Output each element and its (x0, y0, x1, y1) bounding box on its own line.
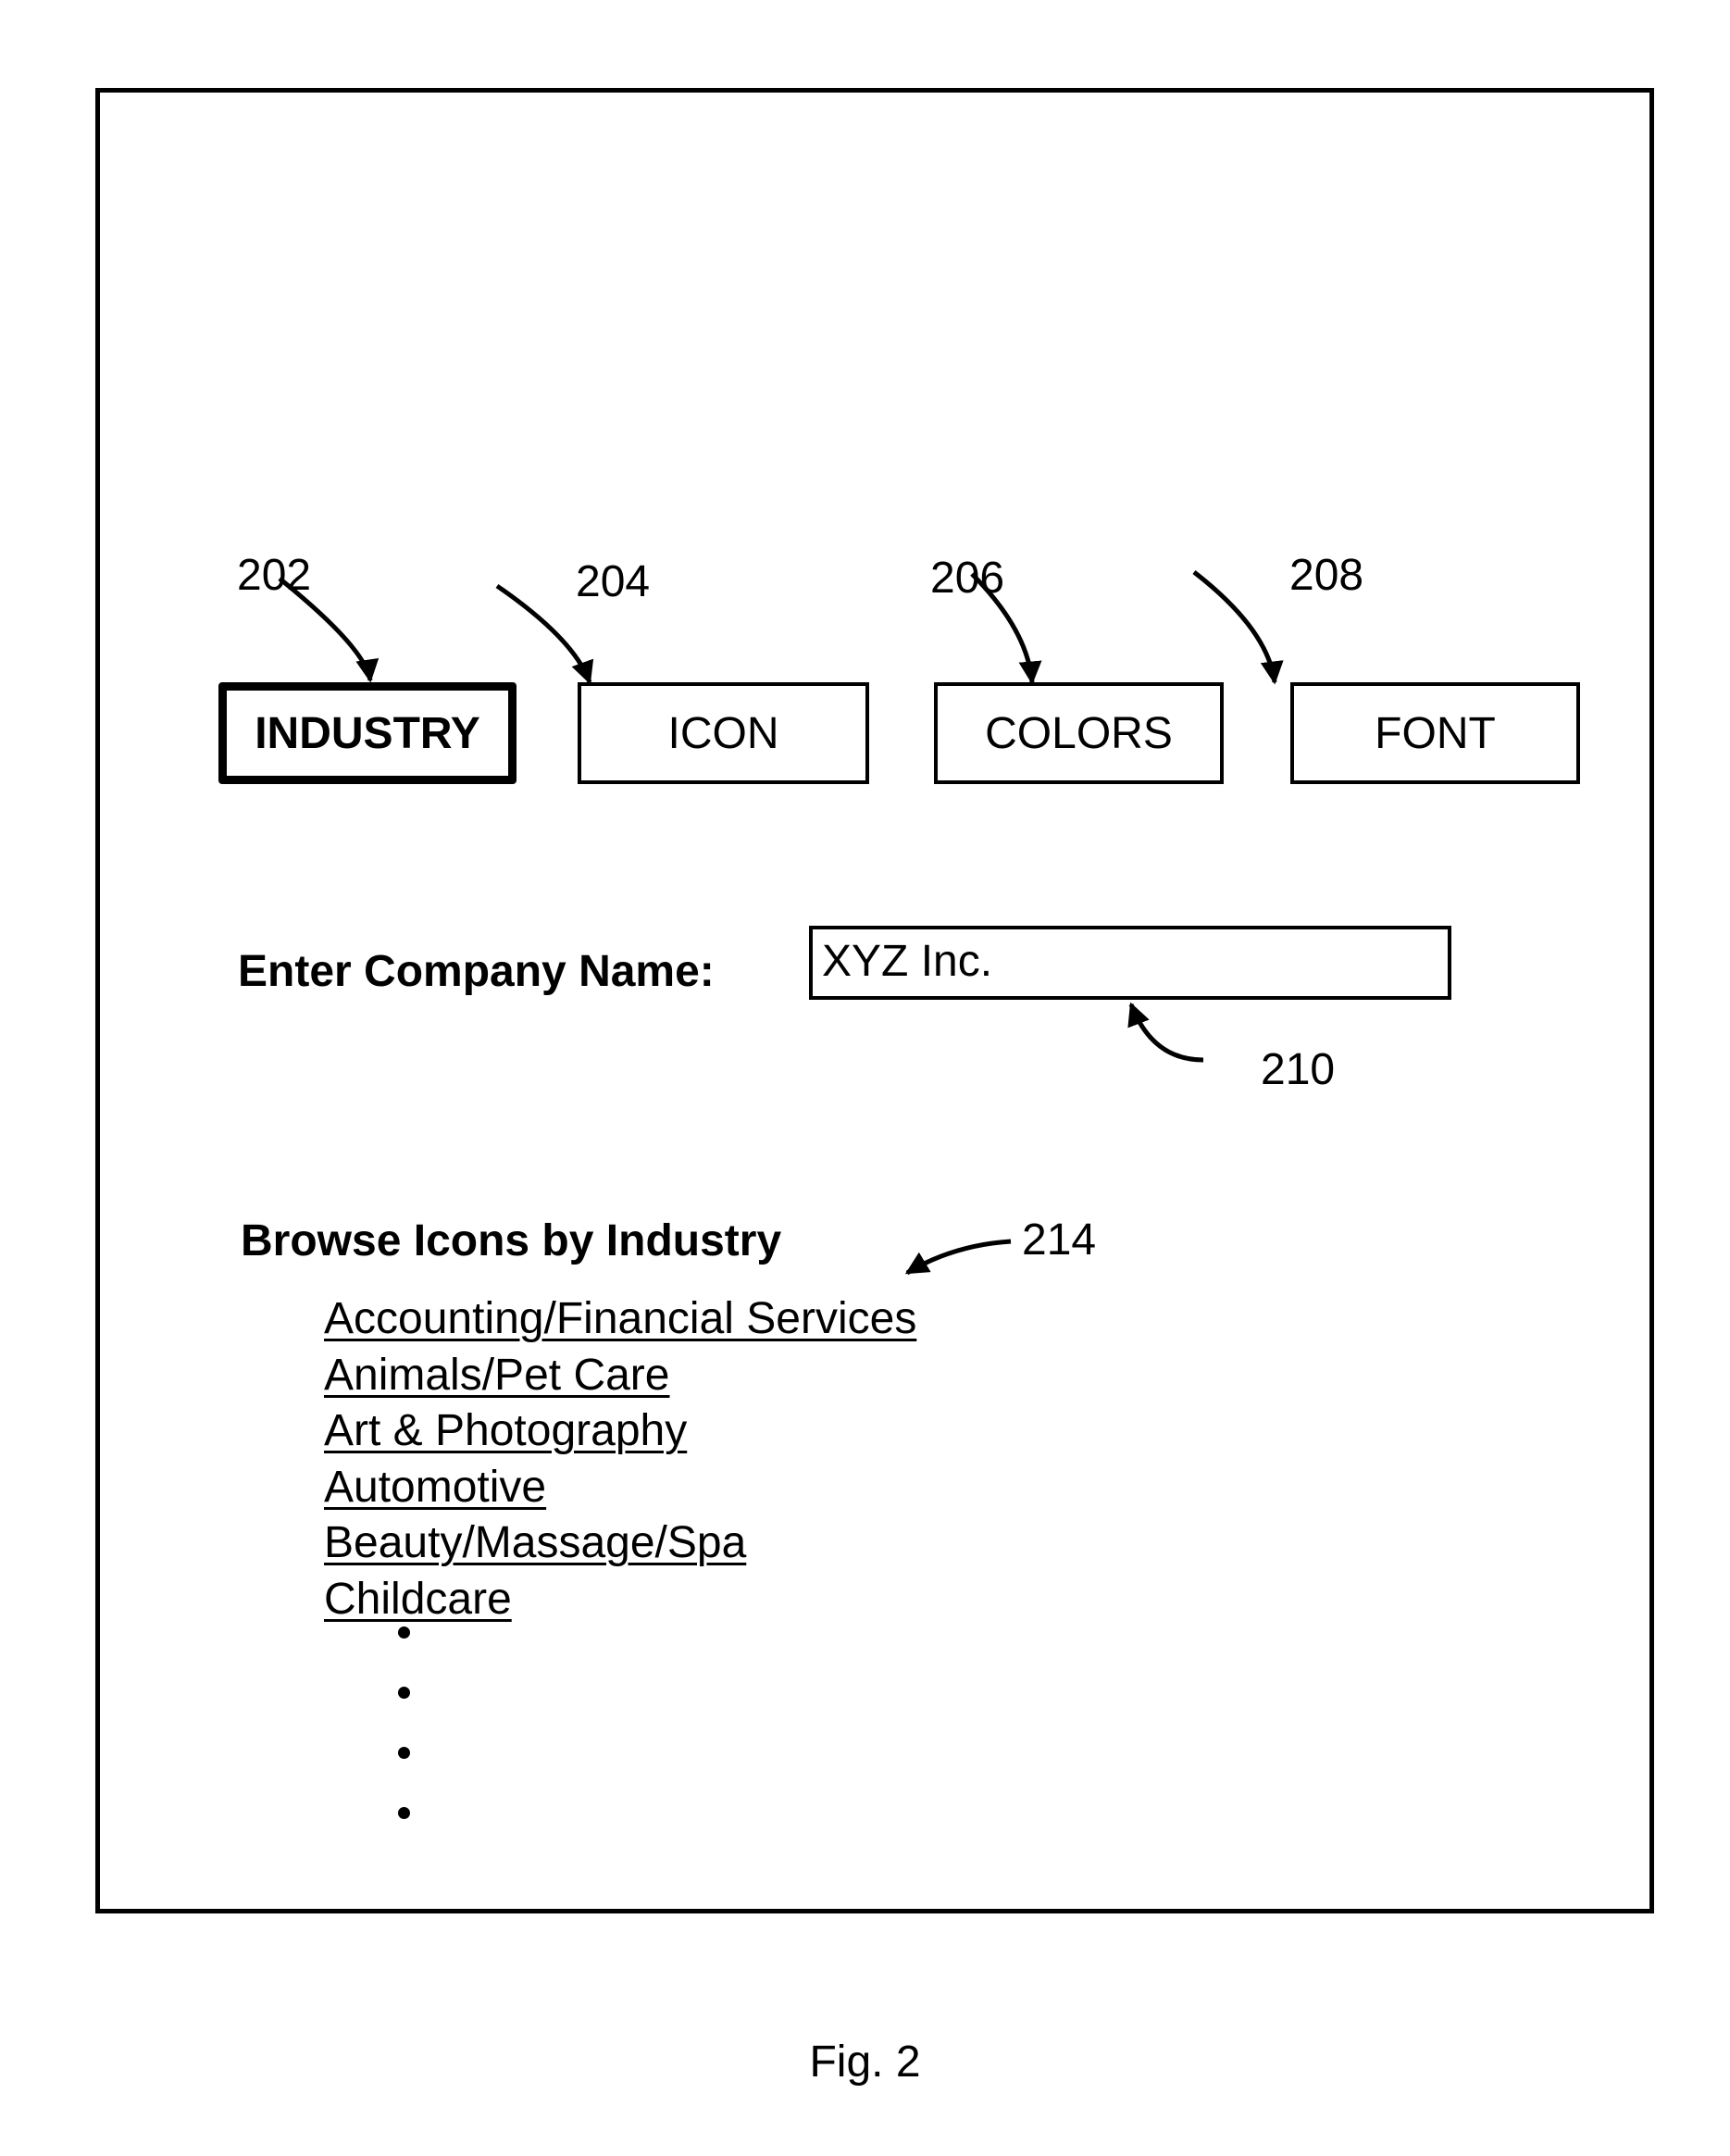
tab-colors-label: COLORS (985, 708, 1173, 758)
ui-screen-frame (95, 88, 1654, 1913)
tab-industry[interactable]: INDUSTRY (218, 682, 517, 784)
tab-font-label: FONT (1375, 708, 1496, 758)
ref-numeral-208: 208 (1289, 551, 1364, 600)
ellipsis-dot (398, 1626, 410, 1639)
list-item: Art & Photography (324, 1403, 916, 1460)
industry-link-accounting[interactable]: Accounting/Financial Services (324, 1294, 916, 1343)
list-item: Childcare (324, 1572, 916, 1628)
industry-link-animals[interactable]: Animals/Pet Care (324, 1351, 669, 1400)
industry-link-automotive[interactable]: Automotive (324, 1463, 546, 1512)
company-name-input[interactable]: XYZ Inc. (809, 926, 1451, 1000)
industry-link-beauty[interactable]: Beauty/Massage/Spa (324, 1518, 746, 1567)
ref-numeral-202: 202 (237, 551, 312, 600)
ref-numeral-206: 206 (930, 554, 1005, 603)
tab-font[interactable]: FONT (1290, 682, 1580, 784)
ref-numeral-210: 210 (1261, 1045, 1336, 1094)
tab-industry-label: INDUSTRY (255, 708, 480, 758)
industry-link-art[interactable]: Art & Photography (324, 1406, 687, 1455)
ellipsis-dot (398, 1687, 410, 1699)
tab-colors[interactable]: COLORS (934, 682, 1224, 784)
company-name-value: XYZ Inc. (822, 937, 993, 986)
ref-numeral-214: 214 (1022, 1215, 1097, 1265)
list-item: Accounting/Financial Services (324, 1291, 916, 1348)
ref-numeral-204: 204 (576, 557, 651, 606)
ellipsis-dot (398, 1807, 410, 1819)
tab-icon[interactable]: ICON (578, 682, 869, 784)
ellipsis-dot (398, 1747, 410, 1759)
list-item: Automotive (324, 1460, 916, 1516)
figure-caption: Fig. 2 (809, 2038, 921, 2087)
tab-icon-label: ICON (667, 708, 779, 758)
industry-list: Accounting/Financial Services Animals/Pe… (324, 1291, 916, 1627)
browse-heading: Browse Icons by Industry (241, 1216, 782, 1265)
company-name-label: Enter Company Name: (238, 947, 715, 996)
industry-link-childcare[interactable]: Childcare (324, 1575, 512, 1624)
list-item: Animals/Pet Care (324, 1348, 916, 1404)
list-item: Beauty/Massage/Spa (324, 1515, 916, 1572)
